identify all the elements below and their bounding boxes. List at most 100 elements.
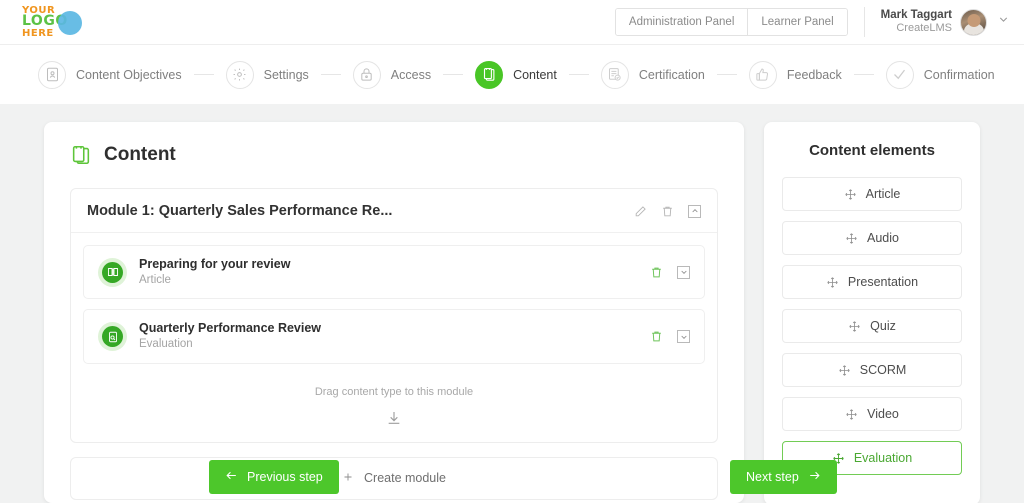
step-circle [225,60,254,89]
item-subtitle: Evaluation [139,338,193,351]
step-content-objectives[interactable]: Content Objectives [38,60,182,89]
next-step-label: Next step [746,470,799,484]
wizard-stepper: Content Objectives Settings Access Conte… [0,44,1024,104]
module-actions [634,204,701,218]
step-settings[interactable]: Settings [225,60,309,89]
content-item-row[interactable]: Preparing for your review Article [83,245,705,300]
user-menu[interactable]: Mark Taggart CreateLMS [881,8,1010,36]
content-element-article[interactable]: Article [782,177,962,211]
step-feedback[interactable]: Feedback [748,60,842,89]
move-icon [838,364,851,377]
step-label: Settings [263,67,309,82]
step-label: Content Objectives [76,67,182,82]
chevron-down-box-icon[interactable] [677,265,690,279]
step-label: Certification [638,67,705,82]
step-label: Access [390,67,432,82]
pencil-icon[interactable] [634,205,647,218]
content-element-audio[interactable]: Audio [782,221,962,255]
chevron-down-box-icon[interactable] [677,330,690,344]
content-panel: Content Module 1: Quarterly Sales Perfor… [44,122,744,503]
chevron-down-icon[interactable] [997,13,1010,31]
module-dropzone[interactable]: Drag content type to this module [83,374,705,442]
logo-circle-icon [57,10,82,35]
plus-icon [342,471,354,486]
app-header: YOUR LOGO HERE Administration Panel Lear… [0,0,1024,44]
certificate-icon [609,68,621,81]
user-name: Mark Taggart [880,8,952,21]
content-element-label: Presentation [847,275,919,289]
step-circle [352,60,381,89]
content-element-scorm[interactable]: SCORM [782,353,962,387]
check-icon [894,69,906,80]
thumbs-up-icon [756,68,769,81]
content-element-label: Article [865,187,901,201]
step-certification[interactable]: Certification [600,60,705,89]
arrow-right-icon [808,469,821,485]
content-item-row[interactable]: Quarterly Performance Review Evaluation [83,309,705,364]
module-body: Preparing for your review Article Quarte… [71,233,717,442]
header-divider [863,7,865,37]
content-element-label: Audio [867,231,899,245]
create-module-button[interactable]: Create module [70,456,718,500]
step-confirmation[interactable]: Confirmation [885,60,995,89]
header-right-group: Administration Panel Learner Panel Mark … [614,7,1010,37]
content-element-label: Quiz [870,319,896,333]
lock-icon [361,68,372,81]
step-connector [568,74,589,75]
content-element-quiz[interactable]: Quiz [782,309,962,343]
item-texts: Preparing for your review Article [139,256,290,288]
trash-icon[interactable] [650,266,663,279]
previous-step-button[interactable]: Previous step [209,460,339,494]
content-elements-panel: Content elements Article Audio Presentat… [764,122,980,503]
step-circle [748,60,777,89]
trash-icon[interactable] [650,330,663,343]
objectives-icon [46,67,58,82]
previous-step-label: Previous step [247,470,323,484]
step-connector [320,74,341,75]
step-connector [853,74,874,75]
next-step-button[interactable]: Next step [730,460,837,494]
learner-panel-button[interactable]: Learner Panel [747,9,847,35]
step-label: Feedback [786,67,842,82]
user-organisation: CreateLMS [896,22,952,35]
clipboard-icon [483,68,495,81]
collapse-icon[interactable] [688,204,701,218]
step-circle [38,60,66,89]
arrow-left-icon [225,469,238,485]
clipboard-icon [72,145,90,165]
dropzone-label: Drag content type to this module [314,385,474,398]
step-circle [600,60,629,89]
book-icon [102,261,123,283]
content-element-label: Video [867,407,899,421]
module-card: Module 1: Quarterly Sales Performance Re… [70,188,718,443]
item-icon-ring [98,257,127,287]
move-icon [844,188,857,201]
step-connector [716,74,737,75]
item-texts: Quarterly Performance Review Evaluation [139,320,321,352]
move-icon [845,408,858,421]
item-actions [650,265,690,279]
step-connector [443,74,464,75]
step-access[interactable]: Access [352,60,432,89]
step-content[interactable]: Content [475,60,557,89]
content-element-label: Evaluation [853,451,913,465]
content-panel-header: Content [70,144,718,166]
app-logo[interactable]: YOUR LOGO HERE [22,6,82,38]
administration-panel-button[interactable]: Administration Panel [615,9,748,35]
move-icon [848,320,861,333]
item-icon-ring [98,322,127,352]
main-area: Content Module 1: Quarterly Sales Perfor… [0,104,1024,503]
content-element-label: SCORM [859,363,907,377]
module-header: Module 1: Quarterly Sales Performance Re… [71,189,717,233]
content-element-video[interactable]: Video [782,397,962,431]
download-drop-icon [83,410,705,426]
item-actions [650,330,690,344]
move-icon [845,232,858,245]
content-element-presentation[interactable]: Presentation [782,265,962,299]
avatar[interactable] [960,8,987,36]
gear-icon [233,68,246,81]
panel-switcher: Administration Panel Learner Panel [614,8,848,36]
module-title: Module 1: Quarterly Sales Performance Re… [87,203,393,219]
trash-icon[interactable] [661,205,674,218]
item-title: Quarterly Performance Review [139,321,322,336]
